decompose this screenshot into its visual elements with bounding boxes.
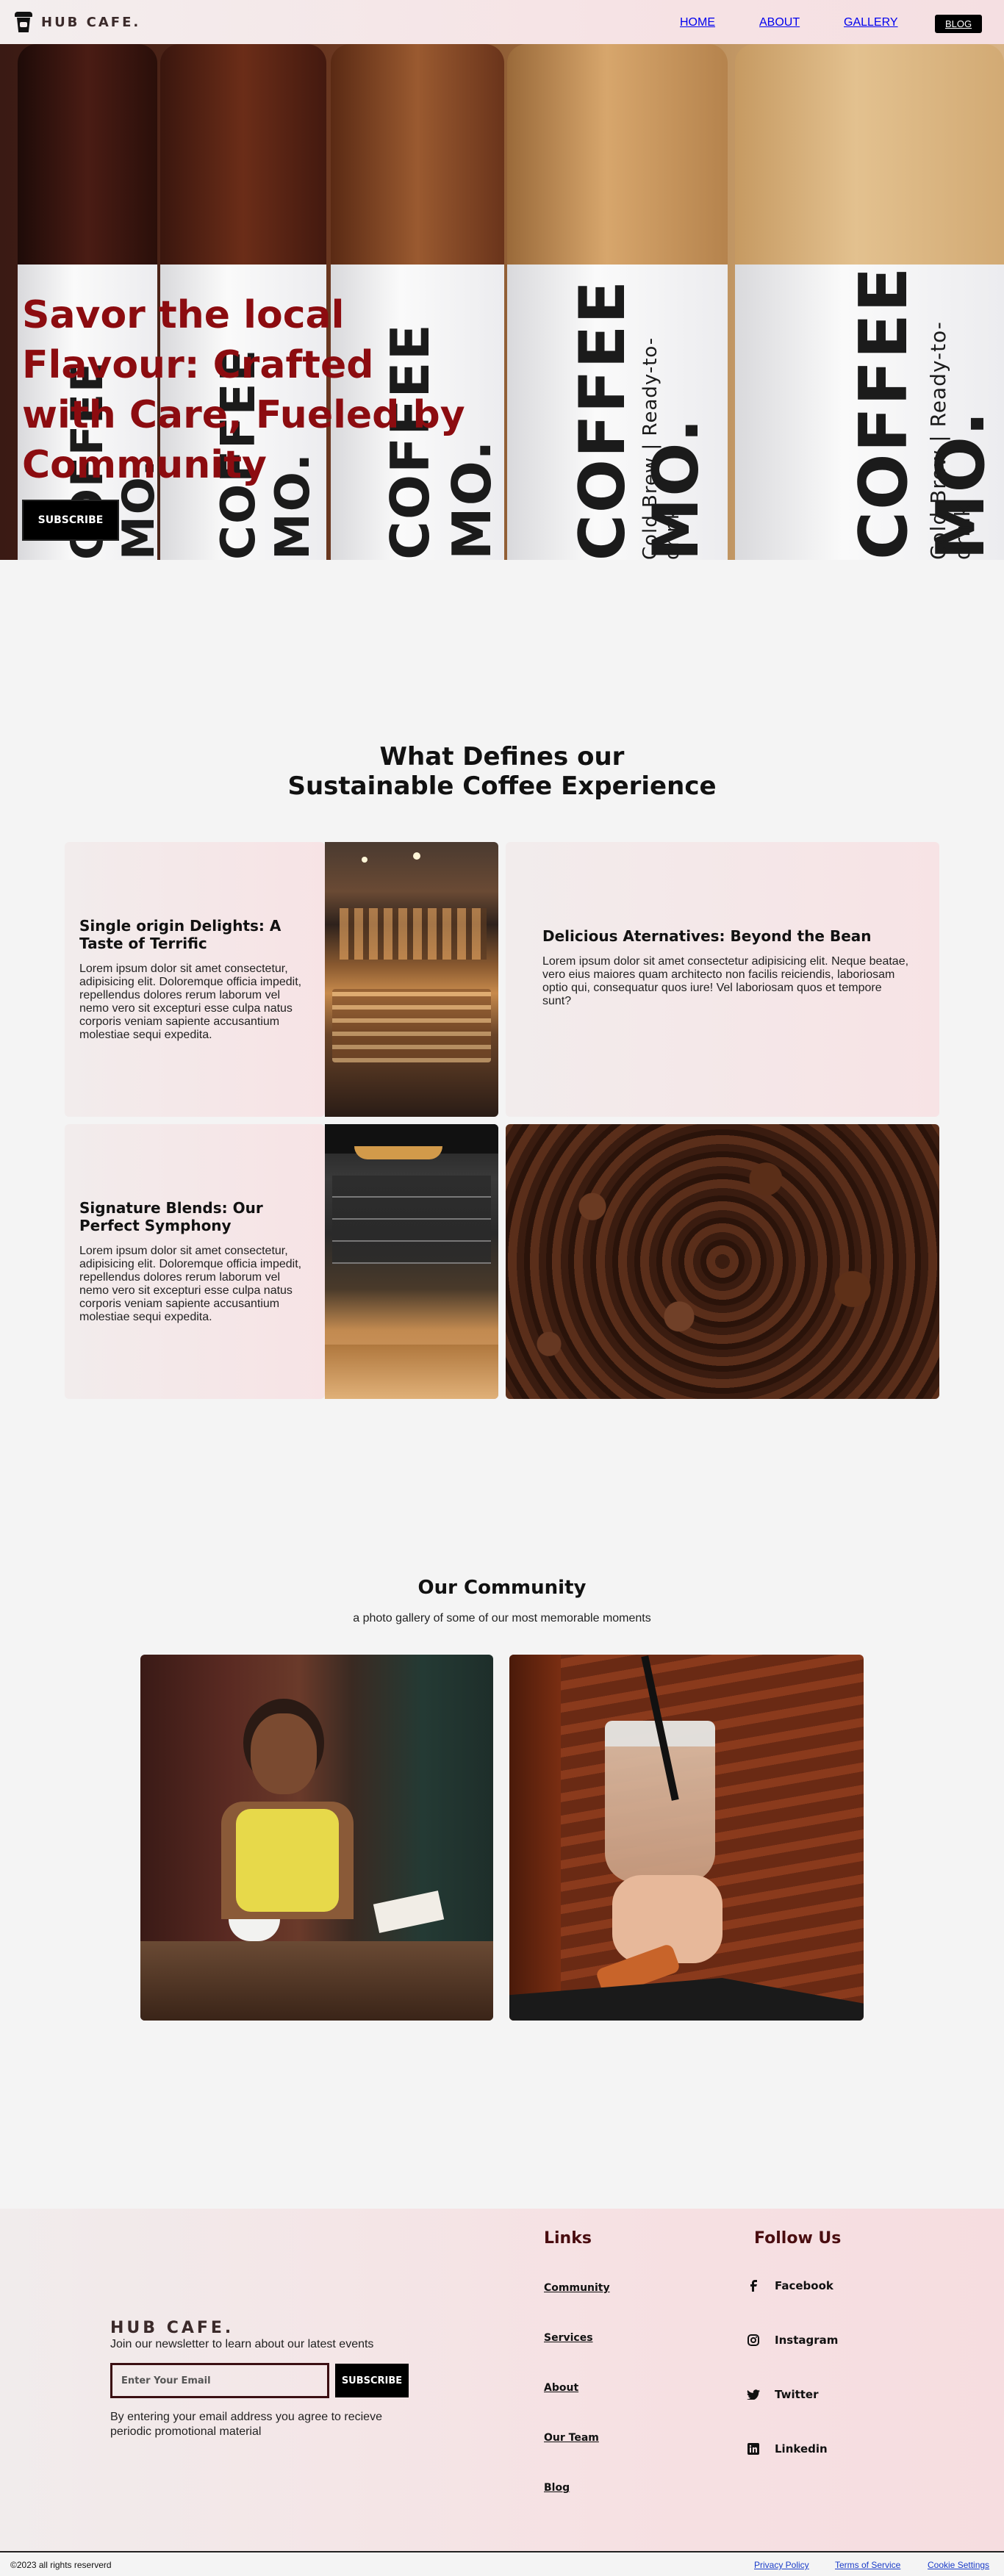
social-twitter[interactable]: Twitter [747,2388,819,2401]
footer-brand: HUB CAFE. [110,2319,234,2337]
footer-link-community[interactable]: Community [544,2282,610,2294]
hero-section: COFFEE MO. COFFEE MO. COFFEE MO. COFFEE … [0,44,1004,560]
feature-card-text: Lorem ipsum dolor sit amet consectetur, … [79,963,302,1041]
feature-card-signature-blends: Signature Blends: Our Perfect Symphony L… [65,1124,325,1399]
facebook-icon [747,2279,760,2292]
social-linkedin[interactable]: Linkedin [747,2442,828,2456]
linkedin-icon [747,2442,760,2456]
nav-blog-button[interactable]: BLOG [935,15,983,33]
community-title: Our Community [417,1577,587,1599]
cafe-interior-photo [325,842,498,1117]
newsletter-disclaimer: By entering your email address you agree… [110,2411,382,2438]
feature-card-title: Single origin Delights: A Taste of Terri… [79,917,282,952]
features-title-line1: What Defines our [379,742,625,771]
community-photo-iced-coffee [509,1655,864,2021]
follow-us-heading: Follow Us [754,2229,842,2248]
brand-name: HUB CAFE. [41,14,141,30]
top-navbar: HUB CAFE. HOME ABOUT GALLERY BLOG [0,0,1004,44]
email-input[interactable] [110,2363,329,2398]
feature-card-text: Lorem ipsum dolor sit amet consectetur, … [79,1245,302,1323]
nav-about-link[interactable]: ABOUT [759,16,800,29]
footer-link-services[interactable]: Services [544,2332,593,2344]
coffee-cup-icon [13,10,34,34]
hero-title: Savor the local Flavour: Crafted with Ca… [22,293,465,487]
community-photo-woman-reading [140,1655,493,2021]
footer-link-our-team[interactable]: Our Team [544,2432,599,2444]
cookie-settings-link[interactable]: Cookie Settings [928,2560,989,2570]
footer-link-about[interactable]: About [544,2382,578,2394]
twitter-icon [747,2388,760,2401]
nav-gallery-link[interactable]: GALLERY [844,16,898,29]
links-heading: Links [544,2229,592,2248]
footer-link-blog[interactable]: Blog [544,2482,570,2494]
feature-card-title: Signature Blends: Our Perfect Symphony [79,1199,263,1234]
feature-card-alternatives: Delicious Aternatives: Beyond the Bean L… [506,842,939,1117]
bottom-bar: ©2023 all rights reserverd Privacy Polic… [0,2551,1004,2576]
instagram-icon [747,2334,760,2347]
social-facebook[interactable]: Facebook [747,2279,833,2292]
social-instagram[interactable]: Instagram [747,2334,838,2347]
footer: HUB CAFE. Join our newsletter to learn a… [0,2209,1004,2551]
nav-home-link[interactable]: HOME [680,16,715,29]
logo[interactable]: HUB CAFE. [13,10,140,34]
coffee-beans-photo [506,1124,939,1399]
newsletter-subscribe-button[interactable]: SUBSCRIBE [335,2364,409,2397]
features-title: What Defines our Sustainable Coffee Expe… [0,742,1004,801]
feature-card-single-origin: Single origin Delights: A Taste of Terri… [65,842,325,1117]
cafe-counter-photo [325,1124,498,1399]
community-subtitle: a photo gallery of some of our most memo… [353,1612,651,1625]
hero-subscribe-button[interactable]: SUBSCRIBE [22,500,119,541]
privacy-policy-link[interactable]: Privacy Policy [754,2560,809,2570]
features-title-line2: Sustainable Coffee Experience [287,771,717,801]
feature-card-title: Delicious Aternatives: Beyond the Bean [542,927,872,945]
newsletter-text: Join our newsletter to learn about our l… [110,2338,374,2350]
copyright-text: ©2023 all rights reserverd [10,2560,112,2570]
feature-card-text: Lorem ipsum dolor sit amet consectetur a… [542,955,909,1007]
terms-of-service-link[interactable]: Terms of Service [835,2560,900,2570]
